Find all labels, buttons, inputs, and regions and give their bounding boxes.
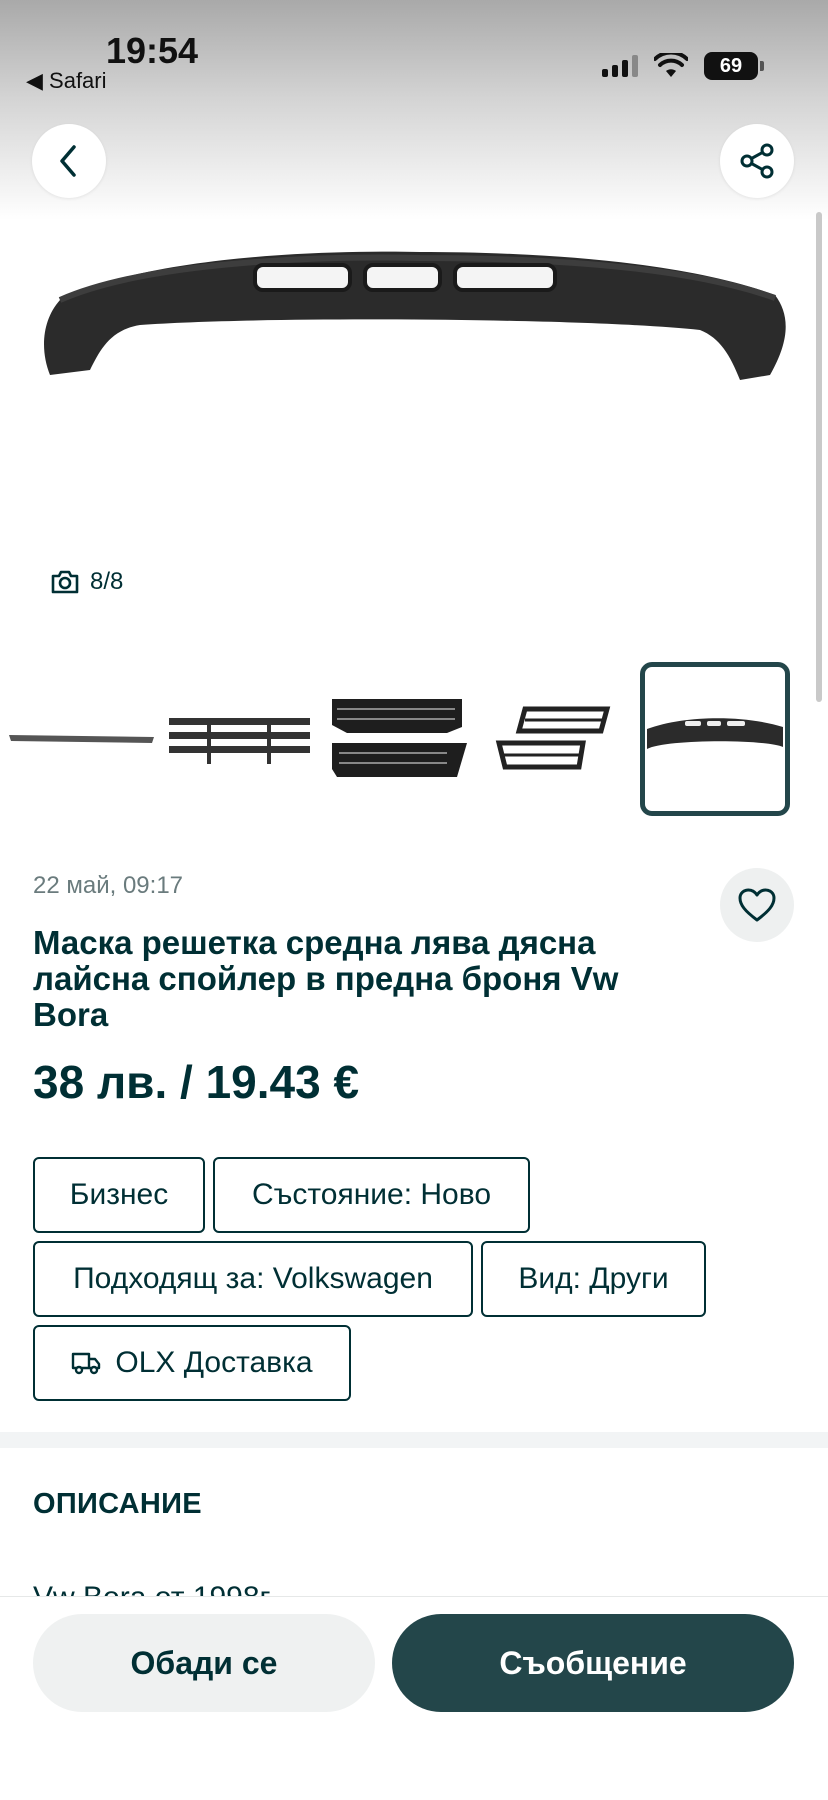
product-photo[interactable] [30,230,800,430]
wifi-icon [654,53,688,77]
status-icons: 69 [602,52,764,80]
delivery-truck-icon [72,1352,101,1375]
message-button[interactable]: Съобщение [392,1614,794,1712]
tag-delivery[interactable]: OLX Доставка [33,1325,351,1401]
share-button[interactable] [720,124,794,198]
thumbnail-2[interactable] [164,670,314,810]
camera-icon [51,570,79,594]
listing-date: 22 май, 09:17 [33,872,184,899]
chevron-left-icon [60,145,76,177]
photo-counter: 8/8 [50,568,123,596]
tag-condition-label: Състояние: Ново [251,1178,492,1211]
listing-price: 38 лв. / 19.43 € [33,1056,360,1108]
tag-type: Вид: Други [481,1241,706,1317]
thumbnail-strip [0,660,828,820]
tag-business: Бизнес [33,1157,205,1233]
heart-icon [738,888,776,922]
description-text: Vw Bora от 1998г. [33,1581,276,1598]
thumbnail-3[interactable] [322,670,472,810]
back-to-safari-link[interactable]: ◀ Safari [26,68,107,94]
tag-condition: Състояние: Ново [213,1157,530,1233]
listing-title: Маска решетка средна лява дясна лайсна с… [33,924,619,1033]
thumbnail-4[interactable] [480,670,630,810]
back-button[interactable] [32,124,106,198]
thumbnail-1[interactable] [6,670,156,810]
status-time: 19:54 [106,30,199,71]
battery-icon: 69 [704,52,764,80]
tag-business-label: Бизнес [69,1178,169,1211]
section-divider [0,1432,828,1448]
tag-fits: Подходящ за: Volkswagen [33,1241,473,1317]
tag-type-label: Вид: Други [518,1262,669,1295]
description-heading: ОПИСАНИЕ [33,1488,202,1520]
tag-delivery-label: OLX Доставка [115,1346,313,1379]
tag-fits-label: Подходящ за: Volkswagen [73,1262,433,1295]
call-button[interactable]: Обади се [33,1614,375,1712]
favorite-button[interactable] [720,868,794,942]
signal-icon [602,55,638,77]
thumbnail-5[interactable] [640,662,790,816]
share-icon [740,143,774,179]
scrollbar[interactable] [816,212,822,702]
photo-counter-text: 8/8 [90,568,124,595]
